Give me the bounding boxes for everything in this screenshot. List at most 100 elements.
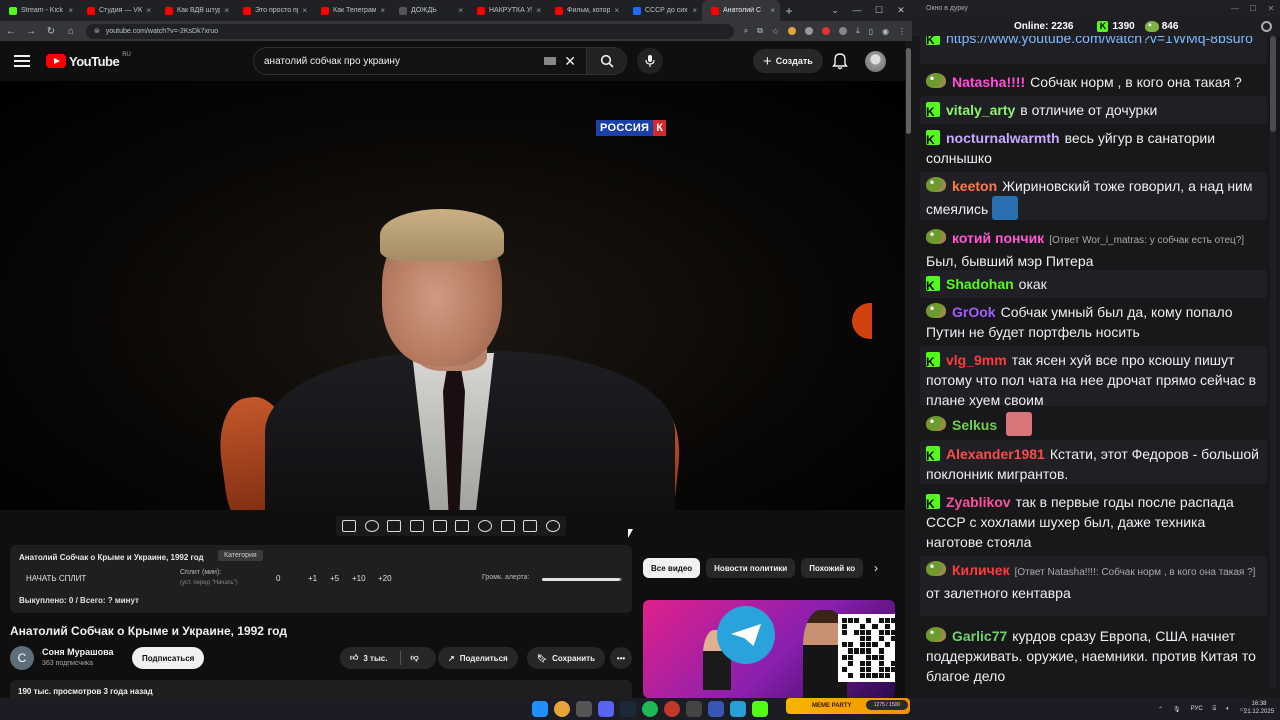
chat-minimize-icon[interactable]: — [1226, 4, 1244, 13]
network-icon[interactable]: ⌸ [1213, 706, 1217, 713]
chip-similar[interactable]: Похожий ко [801, 558, 864, 578]
chat-username[interactable]: vlg_9mm [946, 352, 1007, 368]
bookmark-star-icon[interactable]: ☆ [772, 27, 779, 36]
browser-tab[interactable]: Фильм, которы× [546, 0, 624, 21]
browser-tab[interactable]: Студия — VK В× [78, 0, 156, 21]
download-icon[interactable]: ⤓ [856, 26, 860, 36]
clear-search-icon[interactable]: ✕ [564, 53, 576, 70]
speed-icon[interactable] [477, 520, 492, 532]
clapper-icon[interactable] [409, 520, 424, 532]
menu-icon[interactable] [14, 55, 30, 67]
share-button[interactable]: ↗ Поделиться [438, 647, 518, 669]
chat-username[interactable]: Zyablikov [946, 494, 1011, 510]
alert-volume-slider[interactable] [542, 578, 622, 581]
browser-tab[interactable]: Как Телеграм-к× [312, 0, 390, 21]
browser-tab[interactable]: СССР до сих по × [624, 0, 702, 21]
search-box[interactable]: анатолий собчак про украину ✕ [253, 47, 627, 75]
reload-icon[interactable]: ↻ [46, 26, 56, 37]
tab-close-icon[interactable]: × [380, 6, 385, 15]
tab-close-icon[interactable]: × [614, 6, 619, 15]
steam-icon[interactable] [620, 701, 636, 717]
chat-username[interactable]: vitaly_arty [946, 102, 1015, 118]
watch-later-icon[interactable] [387, 520, 402, 532]
cinema-icon[interactable] [455, 520, 470, 532]
minimize-icon[interactable]: — [846, 5, 868, 16]
browser-tab[interactable]: Анатолий С × [702, 0, 780, 21]
tab-close-icon[interactable]: × [770, 6, 775, 15]
tab-close-icon[interactable]: × [536, 6, 541, 15]
dislike-icon[interactable]: 👎︎ [410, 653, 418, 663]
browser-tab[interactable]: НАКРУТКА УБИ × [468, 0, 546, 21]
app-icon-1[interactable] [576, 701, 592, 717]
loop-icon[interactable] [342, 520, 356, 532]
chat-username[interactable]: Garlic77 [952, 628, 1007, 644]
voice-search-button[interactable] [637, 48, 663, 74]
chip-politics-news[interactable]: Новости политики [706, 558, 796, 578]
increment-5-button[interactable]: +5 [330, 574, 339, 583]
tab-close-icon[interactable]: × [692, 6, 697, 15]
search-button[interactable] [586, 48, 626, 74]
spotify-icon[interactable] [642, 701, 658, 717]
browser-tab[interactable]: ДОЖДЬ × [390, 0, 468, 21]
app-icon-2[interactable] [686, 701, 702, 717]
youtube-logo[interactable]: YouTube RU [46, 52, 131, 69]
description-box[interactable]: 190 тыс. просмотров 3 года назад [10, 680, 632, 698]
chat-link[interactable]: https://www.youtube.com/watch?v=1WMq-8bs… [946, 36, 1253, 46]
close-window-icon[interactable]: ✕ [890, 5, 912, 16]
like-count[interactable]: 3 тыс. [363, 654, 387, 663]
obs-icon[interactable] [664, 701, 680, 717]
browser-menu-icon[interactable]: ⋮ [898, 27, 906, 36]
browser-tab[interactable]: Stream - Kick D × [0, 0, 78, 21]
subscribe-button[interactable]: Подписаться [132, 647, 205, 669]
discord-icon[interactable] [598, 701, 614, 717]
tray-chevron-icon[interactable]: ⌃ [1158, 706, 1163, 713]
increment-1-button[interactable]: +1 [308, 574, 317, 583]
media-player-icon[interactable] [708, 701, 724, 717]
video-player[interactable]: РОССИЯ К [0, 81, 905, 510]
page-scrollbar-thumb[interactable] [906, 48, 911, 134]
site-info-icon[interactable]: ⊜ [94, 27, 100, 35]
install-icon[interactable]: ⧉ [757, 26, 763, 36]
split-category-tag[interactable]: Категория [218, 550, 263, 561]
tab-close-icon[interactable]: × [68, 6, 73, 15]
tab-close-icon[interactable]: × [302, 6, 307, 15]
add-icon[interactable] [500, 520, 515, 532]
tab-close-icon[interactable]: × [458, 6, 463, 15]
chat-settings-gear-icon[interactable] [1261, 20, 1272, 32]
maximize-icon[interactable]: ☐ [868, 5, 890, 16]
chat-username[interactable]: Shadohan [946, 276, 1014, 292]
browser-tab[interactable]: Это просто пре × [234, 0, 312, 21]
start-windows-icon[interactable] [532, 701, 548, 717]
more-actions-button[interactable]: ••• [610, 647, 632, 669]
back-icon[interactable]: ← [6, 26, 16, 37]
microphone-tray-icon[interactable]: 🎙︎ [1173, 706, 1181, 713]
kick-app-icon[interactable] [752, 701, 768, 717]
home-icon[interactable]: ⌂ [66, 26, 76, 37]
extension-icon-3[interactable] [822, 27, 831, 35]
extension-icon-1[interactable] [788, 27, 797, 35]
screenshot-camera-icon[interactable] [523, 520, 538, 532]
chevron-right-icon[interactable]: › [874, 561, 878, 575]
tab-close-icon[interactable]: × [146, 6, 151, 15]
chat-username[interactable]: Киличек [952, 562, 1010, 578]
chat-username[interactable]: Natasha!!!! [952, 74, 1025, 90]
channel-avatar[interactable]: С [10, 646, 34, 670]
profile-icon[interactable]: ◉ [882, 27, 889, 36]
search-input[interactable]: анатолий собчак про украину [254, 56, 544, 67]
telegram-icon[interactable] [730, 701, 746, 717]
chat-maximize-icon[interactable]: ☐ [1244, 4, 1262, 13]
chat-username[interactable]: Alexander1981 [946, 446, 1045, 462]
volume-icon[interactable]: 🔈︎ [1226, 706, 1230, 713]
chrome-icon[interactable] [554, 701, 570, 717]
save-button[interactable]: 🔖︎ Сохранить [527, 647, 605, 669]
chat-username[interactable]: GrOok [952, 304, 996, 320]
keyboard-icon[interactable] [544, 57, 557, 65]
extension-icon-2[interactable] [805, 27, 814, 35]
window-chevron-icon[interactable]: ⌄ [824, 5, 846, 16]
start-split-button[interactable]: НАЧАТЬ СПЛИТ [26, 574, 86, 583]
tab-close-icon[interactable]: × [224, 6, 229, 15]
create-button[interactable]: + Создать [753, 49, 823, 73]
chat-username[interactable]: keeton [952, 178, 997, 194]
chat-username[interactable]: котий пончик [952, 230, 1044, 246]
account-avatar[interactable] [865, 51, 886, 72]
